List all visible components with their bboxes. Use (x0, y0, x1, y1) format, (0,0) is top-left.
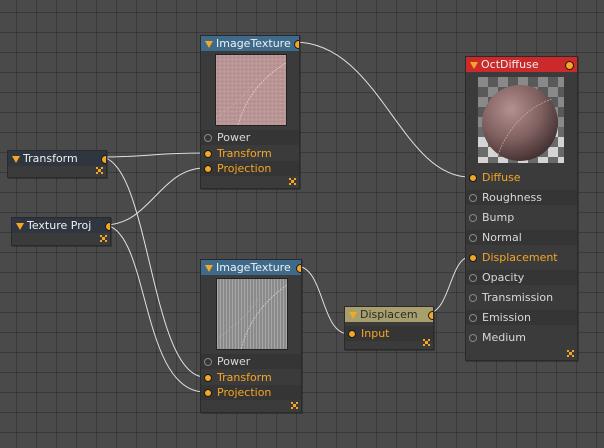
pin-label: Roughness (482, 191, 543, 204)
resize-handle-icon[interactable] (289, 178, 296, 185)
pin-power[interactable]: Power (201, 354, 301, 369)
pin-label: Power (217, 355, 251, 368)
pin-transmission[interactable]: Transmission (466, 290, 577, 305)
texture-preview-image (216, 278, 288, 350)
pin-displacement[interactable]: Displacement (466, 250, 577, 265)
displacement-node[interactable]: Displacem Input (344, 306, 434, 350)
wire-transform-to-tex2-transform (100, 156, 206, 378)
resize-handle-icon[interactable] (291, 402, 298, 409)
texture-proj-node-header[interactable]: Texture Proj (12, 218, 110, 233)
resize-handle-icon[interactable] (567, 350, 574, 357)
pin-label: Diffuse (482, 171, 521, 184)
image-texture-2-header[interactable]: ImageTexture (201, 260, 301, 275)
collapse-triangle-icon[interactable] (205, 265, 213, 272)
pin-roughness[interactable]: Roughness (466, 190, 577, 205)
port-icon[interactable] (204, 358, 212, 366)
texture-proj-output-port[interactable] (105, 222, 110, 231)
image-texture-1-title: ImageTexture (216, 37, 291, 50)
port-icon[interactable] (204, 150, 212, 158)
pin-bump[interactable]: Bump (466, 210, 577, 225)
pin-label: Emission (482, 311, 531, 324)
pin-diffuse[interactable]: Diffuse (466, 170, 577, 185)
texture-preview-image (215, 54, 287, 126)
port-icon[interactable] (469, 254, 477, 262)
wire-texproj-to-tex2-projection (104, 224, 206, 393)
wire-tex1-out-to-diffuse (293, 41, 471, 178)
resize-handle-icon[interactable] (423, 339, 430, 346)
transform-output-port[interactable] (101, 155, 106, 164)
resize-handle-icon[interactable] (100, 235, 107, 242)
pin-label: Medium (482, 331, 526, 344)
image-texture-1-header[interactable]: ImageTexture (201, 36, 299, 51)
wire-transform-to-tex1-transform (100, 152, 206, 158)
pin-projection[interactable]: Projection (201, 385, 301, 400)
texture-proj-node-title: Texture Proj (27, 219, 92, 232)
oct-diffuse-header[interactable]: OctDiffuse (466, 57, 577, 72)
pin-label: Transform (217, 371, 272, 384)
pin-label: Displacement (482, 251, 558, 264)
collapse-triangle-icon[interactable] (470, 62, 478, 69)
port-icon[interactable] (469, 294, 477, 302)
port-icon[interactable] (469, 314, 477, 322)
wire-tex2-out-to-displacement-input (295, 265, 350, 335)
oct-diffuse-title: OctDiffuse (481, 58, 539, 71)
port-icon[interactable] (469, 334, 477, 342)
pin-opacity[interactable]: Opacity (466, 270, 577, 285)
transform-node[interactable]: Transform (7, 150, 107, 178)
port-icon[interactable] (204, 134, 212, 142)
port-icon[interactable] (469, 194, 477, 202)
collapse-triangle-icon[interactable] (16, 223, 24, 230)
texture-proj-node[interactable]: Texture Proj (11, 217, 111, 246)
collapse-triangle-icon[interactable] (205, 41, 213, 48)
port-icon[interactable] (469, 214, 477, 222)
collapse-triangle-icon[interactable] (349, 312, 357, 319)
port-icon[interactable] (469, 174, 477, 182)
pin-label: Transmission (482, 291, 554, 304)
image-texture-2-title: ImageTexture (216, 261, 291, 274)
wire-texproj-to-tex1-projection (104, 167, 206, 226)
pin-projection[interactable]: Projection (201, 161, 299, 176)
pin-label: Transform (217, 147, 272, 160)
pin-emission[interactable]: Emission (466, 310, 577, 325)
pin-transform[interactable]: Transform (201, 146, 299, 161)
resize-handle-icon[interactable] (96, 167, 103, 174)
pin-label: Normal (482, 231, 522, 244)
pin-transform[interactable]: Transform (201, 370, 301, 385)
port-icon[interactable] (204, 165, 212, 173)
pin-label: Opacity (482, 271, 525, 284)
port-icon[interactable] (204, 389, 212, 397)
pin-normal[interactable]: Normal (466, 230, 577, 245)
port-icon[interactable] (348, 330, 356, 338)
pin-power[interactable]: Power (201, 130, 299, 145)
image-texture-node-1[interactable]: ImageTexture Power Transform Projection (200, 35, 300, 189)
wire-displacement-out-to-oct-displacement (427, 256, 471, 314)
port-icon[interactable] (469, 274, 477, 282)
material-preview-sphere (478, 77, 564, 163)
oct-diffuse-output-port[interactable] (565, 61, 574, 70)
image-texture-2-output-port[interactable] (296, 264, 301, 273)
image-texture-node-2[interactable]: ImageTexture Power Transform Projection (200, 259, 302, 413)
displacement-node-header[interactable]: Displacem (345, 307, 433, 322)
pin-label: Bump (482, 211, 515, 224)
pin-label: Input (361, 327, 390, 340)
displacement-node-title: Displacem (360, 308, 418, 321)
displacement-output-port[interactable] (428, 311, 433, 320)
pin-label: Power (217, 131, 251, 144)
collapse-triangle-icon[interactable] (12, 156, 20, 163)
transform-node-header[interactable]: Transform (8, 151, 106, 166)
image-texture-1-output-port[interactable] (294, 40, 299, 49)
port-icon[interactable] (204, 374, 212, 382)
pin-label: Projection (217, 162, 272, 175)
pin-label: Projection (217, 386, 272, 399)
port-icon[interactable] (469, 234, 477, 242)
pin-input[interactable]: Input (345, 326, 433, 341)
oct-diffuse-node[interactable]: OctDiffuse Diffuse Roughness Bump Normal… (465, 56, 578, 361)
pin-medium[interactable]: Medium (466, 330, 577, 345)
transform-node-title: Transform (23, 152, 78, 165)
